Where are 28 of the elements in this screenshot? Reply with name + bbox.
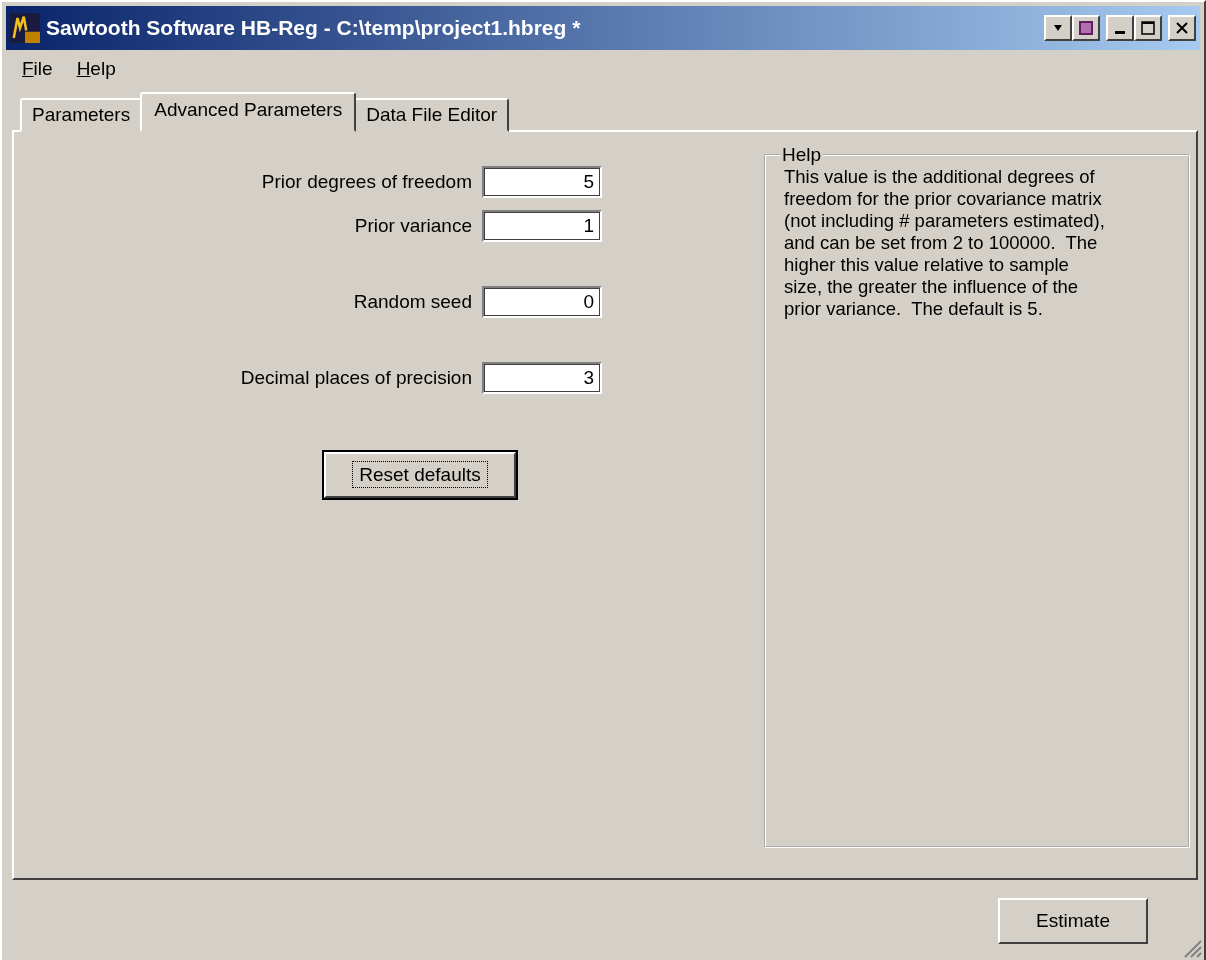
reset-defaults-button[interactable]: Reset defaults bbox=[324, 452, 516, 498]
input-field[interactable]: 3 bbox=[482, 362, 602, 394]
minimize-icon bbox=[1115, 30, 1125, 34]
tab[interactable]: Data File Editor bbox=[354, 98, 510, 132]
checkered-icon bbox=[1079, 21, 1093, 35]
minimize-button[interactable] bbox=[1106, 15, 1134, 41]
field-label: Prior degrees of freedom bbox=[261, 171, 472, 193]
field-label: Decimal places of precision bbox=[240, 367, 472, 389]
menu-item[interactable]: Help bbox=[76, 58, 116, 84]
window-title: Sawtooth Software HB-Reg - C:\temp\project1.hbreg * bbox=[46, 16, 581, 40]
tab[interactable]: Advanced Parameters bbox=[140, 92, 357, 132]
dropdown-button[interactable] bbox=[1044, 15, 1072, 41]
pattern-button[interactable] bbox=[1072, 15, 1100, 41]
tab[interactable]: Parameters bbox=[20, 98, 143, 132]
help-text: This value is the additional degrees of freedom for the prior covariance matrix (not including # parameters estimated), and can be set from 2 to 100000. The higher this value relative to sample size, the greater the influence of the prior variance. The default is 5. bbox=[784, 166, 1106, 320]
app-icon bbox=[10, 13, 40, 43]
close-button[interactable] bbox=[1168, 15, 1196, 41]
maximize-button[interactable] bbox=[1134, 15, 1162, 41]
estimate-button[interactable]: Estimate bbox=[998, 898, 1148, 944]
input-field[interactable]: 1 bbox=[482, 210, 602, 242]
menu-item[interactable]: File bbox=[22, 58, 53, 84]
input-field[interactable]: 0 bbox=[482, 286, 602, 318]
close-icon bbox=[1175, 21, 1189, 35]
maximize-icon bbox=[1141, 21, 1155, 35]
input-field[interactable]: 5 bbox=[482, 166, 602, 198]
groupbox-title: Help bbox=[781, 144, 823, 166]
field-label: Random seed bbox=[353, 291, 472, 313]
field-label: Prior variance bbox=[354, 215, 472, 237]
